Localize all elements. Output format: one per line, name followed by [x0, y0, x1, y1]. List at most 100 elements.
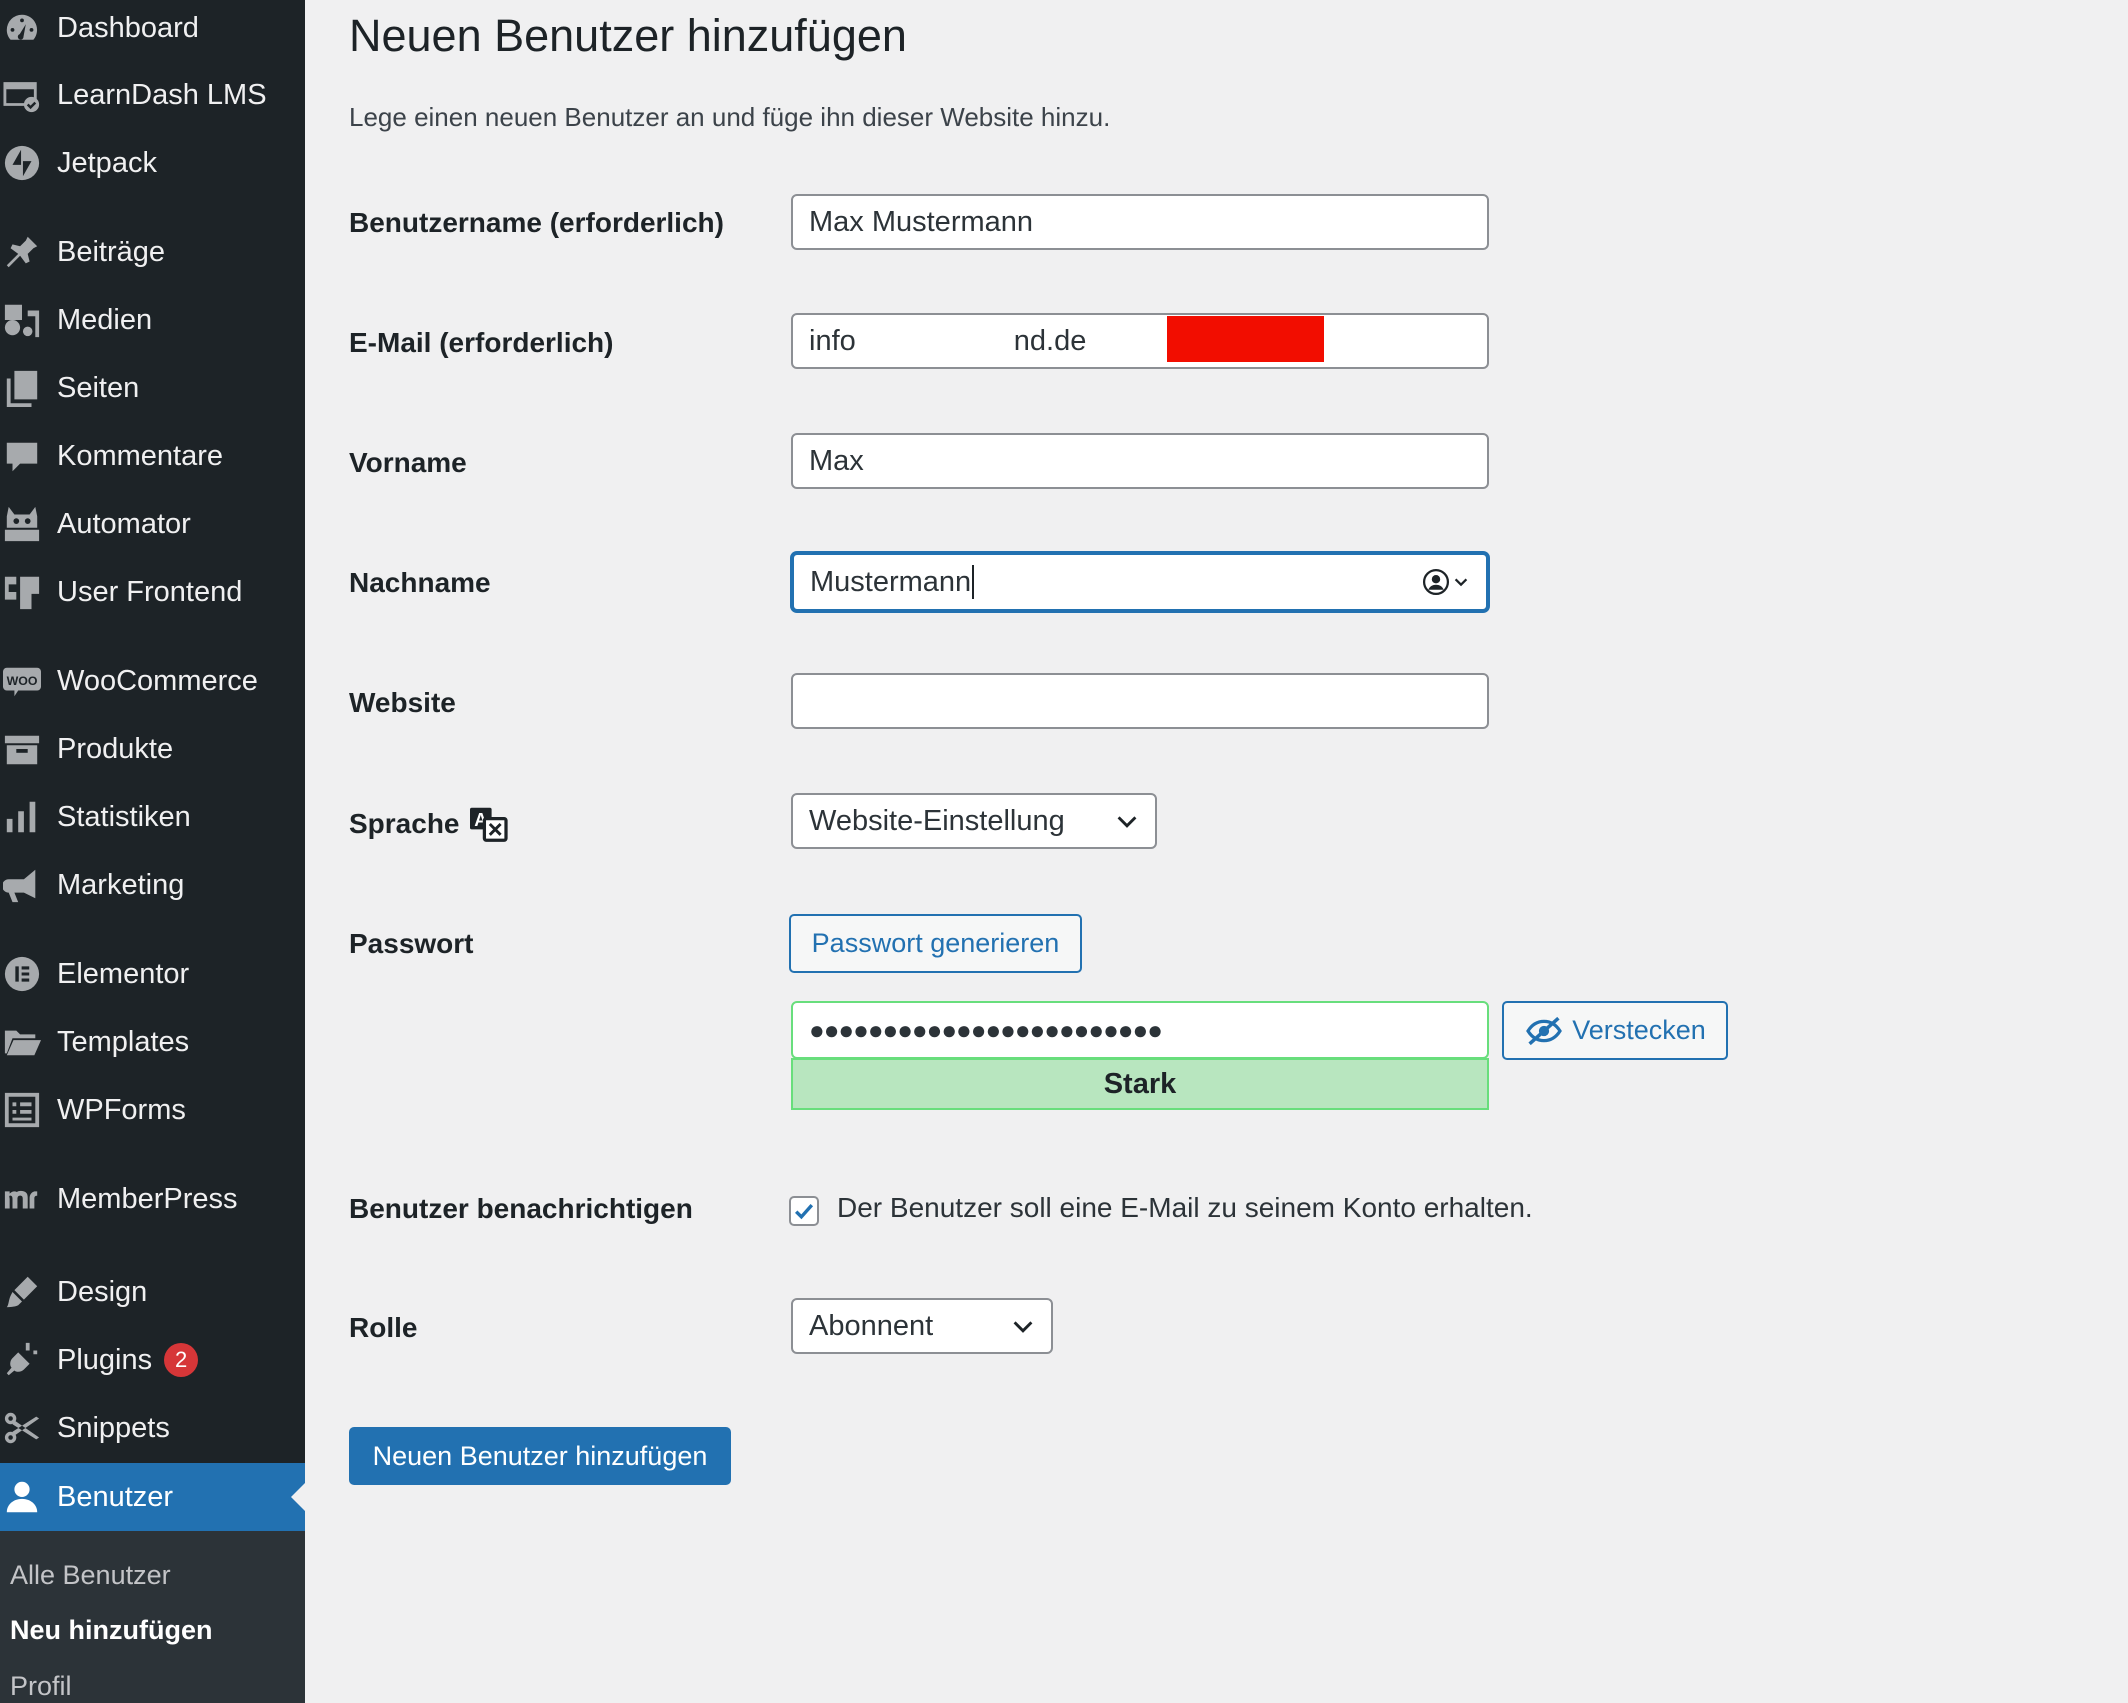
sidebar-item-label: Beiträge — [57, 235, 166, 268]
sidebar-item-label: Snippets — [57, 1411, 170, 1444]
users-submenu: Alle Benutzer Neu hinzufügen Profil — [0, 1531, 305, 1703]
hide-password-label: Verstecken — [1572, 1015, 1706, 1045]
sidebar-item-learndash[interactable]: LearnDash LMS — [0, 61, 305, 129]
eye-slash-icon — [1526, 1016, 1563, 1045]
checkmark-icon — [795, 1204, 814, 1220]
sidebar-item-elementor[interactable]: Elementor — [0, 940, 305, 1008]
email-label: E-Mail (erforderlich) — [349, 327, 614, 358]
submenu-item-neu-hinzufuegen[interactable]: Neu hinzufügen — [10, 1615, 212, 1646]
sidebar-item-templates[interactable]: Templates — [0, 1008, 305, 1076]
megaphone-icon — [2, 865, 42, 905]
sidebar-item-dashboard[interactable]: Dashboard — [0, 0, 305, 62]
sidebar-item-automator[interactable]: Automator — [0, 490, 305, 558]
page-intro: Lege einen neuen Benutzer an und füge ih… — [349, 102, 1111, 132]
scissors-icon — [2, 1408, 42, 1448]
sidebar-item-label: WPForms — [57, 1093, 186, 1126]
chart-bar-icon — [2, 797, 42, 837]
chevron-down-icon — [1115, 809, 1139, 833]
sidebar-item-label: Plugins — [57, 1343, 153, 1376]
notify-checkbox[interactable] — [789, 1196, 819, 1226]
email-value-start: info — [809, 324, 856, 357]
lastname-input[interactable]: Mustermann — [791, 552, 1489, 612]
email-input[interactable]: info nd.de — [791, 313, 1489, 369]
media-icon — [2, 300, 42, 340]
sidebar-item-label: User Frontend — [57, 575, 243, 608]
translation-icon: A — [469, 807, 508, 842]
sidebar-item-label: Statistiken — [57, 800, 191, 833]
sidebar-item-woocommerce[interactable]: WOO WooCommerce — [0, 647, 305, 715]
sidebar-item-memberpress[interactable]: MemberPress — [0, 1165, 305, 1233]
admin-sidebar: Dashboard LearnDash LMS Jetpack Beiträge… — [0, 0, 305, 1703]
chevron-down-icon — [1454, 578, 1468, 587]
language-value: Website-Einstellung — [809, 804, 1065, 837]
sidebar-item-jetpack[interactable]: Jetpack — [0, 129, 305, 197]
submenu-item-alle-benutzer[interactable]: Alle Benutzer — [10, 1560, 171, 1591]
user-frontend-icon — [2, 572, 42, 612]
username-input[interactable]: Max Mustermann — [791, 194, 1489, 250]
add-user-button[interactable]: Neuen Benutzer hinzufügen — [349, 1427, 731, 1485]
page-title: Neuen Benutzer hinzufügen — [349, 10, 907, 61]
role-value: Abonnent — [809, 1309, 934, 1342]
folder-icon — [2, 1022, 42, 1062]
form-icon — [2, 1090, 42, 1130]
sidebar-item-label: Marketing — [57, 868, 185, 901]
sidebar-item-produkte[interactable]: Produkte — [0, 715, 305, 783]
password-input[interactable]: ●●●●●●●●●●●●●●●●●●●●●●●● — [791, 1001, 1489, 1059]
website-label: Website — [349, 687, 456, 718]
submenu-item-profil[interactable]: Profil — [10, 1671, 72, 1702]
sidebar-item-plugins[interactable]: Plugins 2 — [0, 1326, 305, 1394]
sidebar-item-beitraege[interactable]: Beiträge — [0, 218, 305, 286]
username-label: Benutzername (erforderlich) — [349, 207, 724, 238]
username-value: Max Mustermann — [809, 205, 1034, 238]
password-label: Passwort — [349, 928, 474, 959]
sidebar-item-wpforms[interactable]: WPForms — [0, 1076, 305, 1144]
firstname-input[interactable]: Max — [791, 433, 1489, 489]
sidebar-item-medien[interactable]: Medien — [0, 286, 305, 354]
plug-icon — [2, 1340, 42, 1380]
autofill-button[interactable] — [1422, 568, 1470, 596]
sidebar-item-label: Kommentare — [57, 439, 224, 472]
sidebar-item-label: Jetpack — [57, 146, 157, 179]
sidebar-item-snippets[interactable]: Snippets — [0, 1394, 305, 1462]
sidebar-item-label: Design — [57, 1275, 148, 1308]
sidebar-item-label: Medien — [57, 303, 153, 336]
language-select[interactable]: Website-Einstellung — [791, 793, 1157, 849]
archive-icon — [2, 729, 42, 769]
chevron-down-icon — [1011, 1314, 1035, 1338]
sidebar-item-seiten[interactable]: Seiten — [0, 354, 305, 422]
sidebar-item-design[interactable]: Design — [0, 1258, 305, 1326]
sidebar-item-label: WooCommerce — [57, 664, 258, 697]
sidebar-item-label: Produkte — [57, 732, 174, 765]
redaction-block — [1167, 316, 1324, 362]
hide-password-button[interactable]: Verstecken — [1502, 1001, 1728, 1060]
sidebar-item-label: LearnDash LMS — [57, 78, 267, 111]
pages-icon — [2, 368, 42, 408]
user-icon — [2, 1477, 42, 1517]
password-mask: ●●●●●●●●●●●●●●●●●●●●●●●● — [809, 1014, 1163, 1045]
comments-icon — [2, 436, 42, 476]
lastname-value: Mustermann — [810, 565, 972, 598]
woo-icon: WOO — [2, 661, 42, 701]
role-select[interactable]: Abonnent — [791, 1298, 1053, 1354]
svg-text:WOO: WOO — [7, 674, 38, 688]
brush-icon — [2, 1272, 42, 1312]
dashboard-icon — [2, 8, 42, 48]
update-count-badge: 2 — [164, 1343, 199, 1377]
sidebar-item-label: Benutzer — [57, 1480, 174, 1513]
text-caret — [972, 565, 975, 599]
sidebar-item-benutzer[interactable]: Benutzer — [0, 1463, 305, 1531]
sidebar-item-kommentare[interactable]: Kommentare — [0, 422, 305, 490]
role-label: Rolle — [349, 1312, 418, 1343]
learndash-icon — [2, 75, 42, 115]
notify-checkbox-label[interactable]: Der Benutzer soll eine E-Mail zu seinem … — [837, 1192, 1533, 1224]
sidebar-item-marketing[interactable]: Marketing — [0, 851, 305, 919]
sidebar-item-label: Dashboard — [57, 11, 199, 44]
sidebar-item-label: Seiten — [57, 371, 140, 404]
language-label: Sprache A — [349, 806, 508, 842]
sidebar-item-user-frontend[interactable]: User Frontend — [0, 558, 305, 626]
sidebar-item-statistiken[interactable]: Statistiken — [0, 783, 305, 851]
generate-password-button[interactable]: Passwort generieren — [789, 914, 1082, 973]
robot-icon — [2, 504, 42, 544]
notify-label: Benutzer benachrichtigen — [349, 1193, 693, 1224]
website-input[interactable] — [791, 673, 1489, 729]
